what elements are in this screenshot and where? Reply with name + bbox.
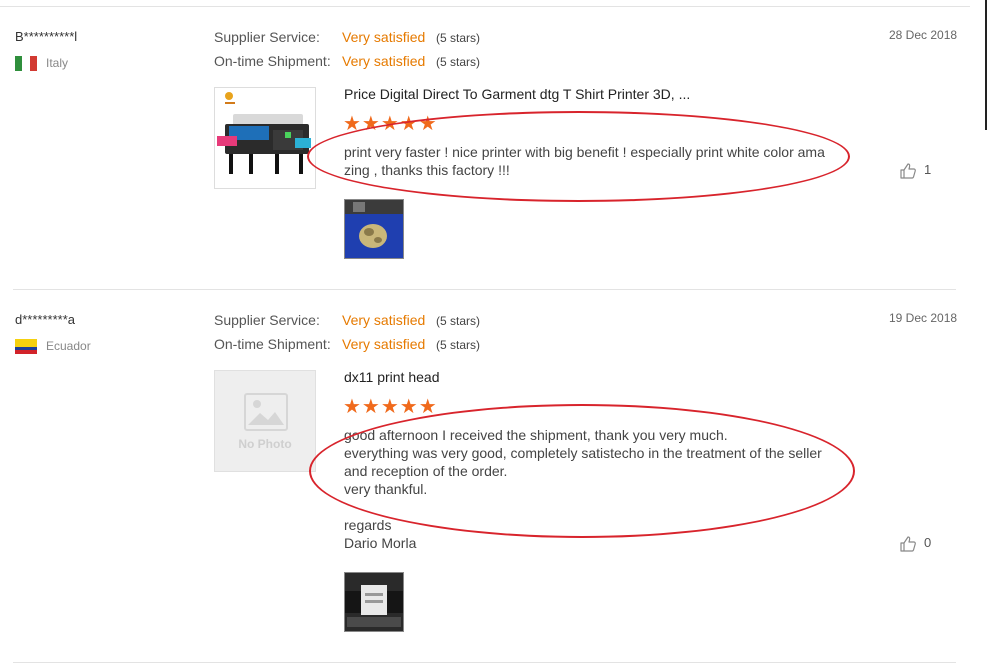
shipment-stars: (5 stars) bbox=[436, 55, 481, 69]
reviewer-name: d*********a bbox=[15, 312, 75, 327]
review-date: 28 Dec 2018 bbox=[889, 28, 958, 42]
review-photo[interactable] bbox=[344, 572, 404, 632]
shipment-label: On-time Shipment: bbox=[214, 336, 331, 352]
tshirt-photo bbox=[345, 200, 403, 258]
annotation-ellipse bbox=[309, 404, 855, 538]
printer-image bbox=[217, 92, 311, 174]
reviewer-country: Ecuador bbox=[46, 339, 91, 353]
product-title[interactable]: dx11 print head bbox=[344, 369, 439, 385]
annotation-ellipse bbox=[307, 111, 850, 202]
review-divider bbox=[13, 289, 956, 290]
review-date: 19 Dec 2018 bbox=[889, 311, 958, 325]
like-count: 1 bbox=[924, 162, 932, 177]
like-count: 0 bbox=[924, 535, 932, 550]
thumbs-up-icon[interactable] bbox=[899, 162, 917, 180]
product-thumbnail[interactable] bbox=[214, 87, 316, 189]
supplier-service-value: Very satisfied bbox=[342, 29, 426, 45]
supplier-service-label: Supplier Service: bbox=[214, 29, 320, 45]
supplier-service-value: Very satisfied bbox=[342, 312, 426, 328]
thumbs-up-icon[interactable] bbox=[899, 535, 917, 553]
review-photo[interactable] bbox=[344, 199, 404, 259]
shipment-stars: (5 stars) bbox=[436, 338, 481, 352]
reviewer-country: Italy bbox=[46, 56, 69, 70]
product-thumbnail-placeholder[interactable]: No Photo bbox=[214, 370, 316, 472]
image-placeholder-icon bbox=[244, 393, 288, 431]
product-title[interactable]: Price Digital Direct To Garment dtg T Sh… bbox=[344, 86, 690, 102]
ecuador-flag-icon bbox=[15, 339, 37, 354]
reviewer-name: B**********l bbox=[15, 29, 78, 44]
shipment-label: On-time Shipment: bbox=[214, 53, 331, 69]
italy-flag-icon bbox=[15, 56, 37, 71]
top-divider bbox=[0, 6, 970, 7]
supplier-service-stars: (5 stars) bbox=[436, 314, 481, 328]
supplier-service-stars: (5 stars) bbox=[436, 31, 481, 45]
no-photo-label: No Photo bbox=[238, 437, 292, 451]
supplier-service-label: Supplier Service: bbox=[214, 312, 320, 328]
shipment-value: Very satisfied bbox=[342, 53, 426, 69]
package-photo bbox=[345, 573, 403, 631]
shipment-value: Very satisfied bbox=[342, 336, 426, 352]
rating-stars: ★★★★★ bbox=[343, 396, 438, 418]
